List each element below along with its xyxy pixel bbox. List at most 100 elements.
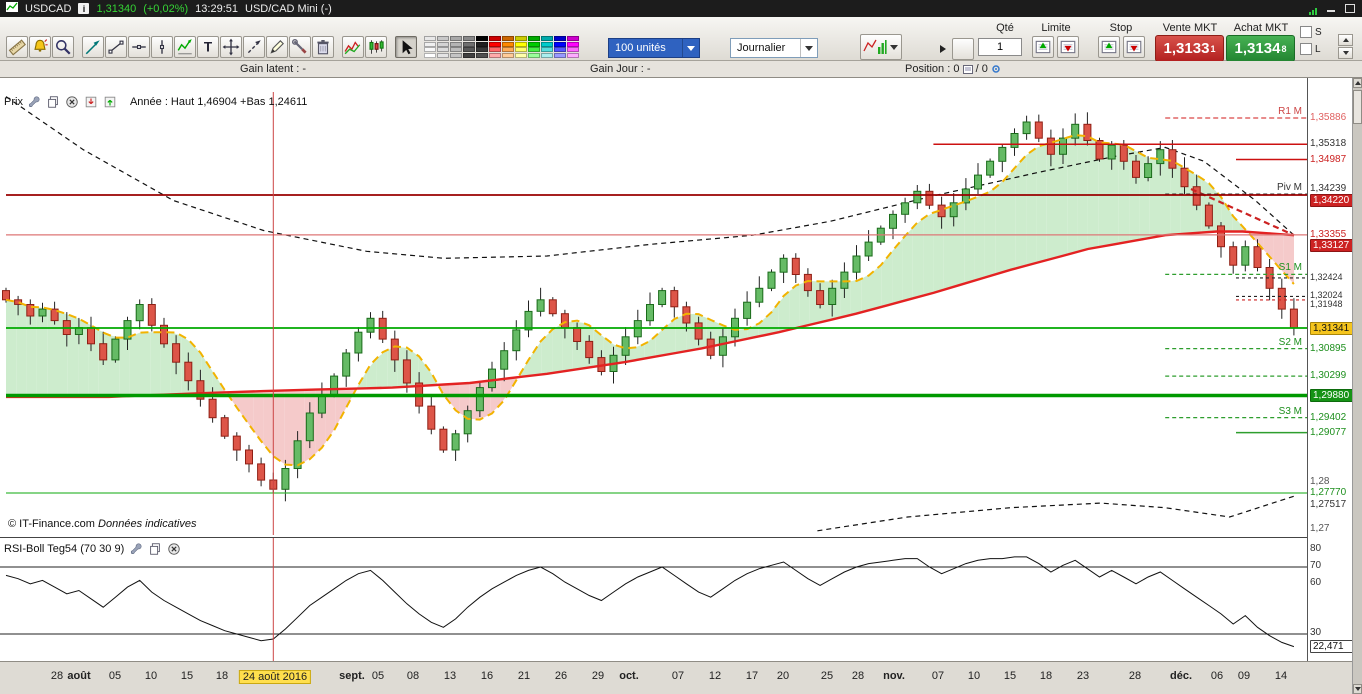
buy-market-button[interactable]: 1,3134 8 [1226,35,1295,62]
duplicate-window-icon[interactable] [147,541,162,556]
stop-buy-order-button[interactable] [1098,36,1120,58]
stop-sell-order-button[interactable] [1123,36,1145,58]
palette-swatch[interactable] [515,41,527,47]
palette-swatch[interactable] [567,41,579,47]
orders-list-icon[interactable] [962,65,973,77]
palette-swatch[interactable] [437,36,449,41]
spinner-down-button[interactable] [1338,47,1353,59]
wrench-icon[interactable] [27,94,42,109]
scroll-up-button[interactable] [1353,78,1362,88]
palette-swatch[interactable] [424,41,436,47]
palette-swatch[interactable] [424,52,436,58]
segment-icon[interactable] [105,36,127,58]
palette-swatch[interactable] [489,52,501,58]
palette-swatch[interactable] [541,36,553,41]
palette-swatch[interactable] [528,47,540,52]
palette-swatch[interactable] [476,41,488,47]
chart-style-button[interactable] [860,34,902,60]
palette-swatch[interactable] [541,52,553,58]
palette-swatch[interactable] [437,41,449,47]
palette-swatch[interactable] [515,47,527,52]
sell-market-button[interactable]: 1,3133 1 [1155,35,1224,62]
zoom-icon[interactable] [52,36,74,58]
horizontal-segment-icon[interactable] [128,36,150,58]
palette-swatch[interactable] [502,52,514,58]
vertical-line-icon[interactable] [151,36,173,58]
upload-icon[interactable] [103,94,118,109]
palette-swatch[interactable] [567,36,579,41]
palette-swatch[interactable] [489,41,501,47]
palette-swatch[interactable] [502,47,514,52]
cursor-icon[interactable] [395,36,417,58]
tools-icon[interactable] [289,36,311,58]
palette-swatch[interactable] [567,47,579,52]
price-chart-canvas[interactable] [0,78,1307,535]
trash-icon[interactable] [312,36,334,58]
palette-swatch[interactable] [489,36,501,41]
palette-swatch[interactable] [476,47,488,52]
indicator-icon[interactable] [174,36,196,58]
palette-swatch[interactable] [450,47,462,52]
palette-swatch[interactable] [554,36,566,41]
palette-swatch[interactable] [541,47,553,52]
palette-swatch[interactable] [437,52,449,58]
palette-swatch[interactable] [528,41,540,47]
palette-swatch[interactable] [528,52,540,58]
pen-icon[interactable] [266,36,288,58]
stop-attached-checkbox[interactable] [1300,26,1312,38]
palette-swatch[interactable] [424,36,436,41]
minimize-button[interactable] [1324,3,1337,14]
gear-icon[interactable] [991,64,1001,77]
limit-sell-order-button[interactable] [1057,36,1079,58]
rsi-canvas[interactable] [0,537,1307,662]
palette-swatch[interactable] [567,52,579,58]
quantity-select[interactable]: 100 unités [608,38,700,58]
wrench-icon[interactable] [128,541,143,556]
spinner-up-button[interactable] [1338,34,1353,46]
palette-swatch[interactable] [450,52,462,58]
quantity-input[interactable] [978,38,1022,56]
text-tool-icon[interactable]: T [197,36,219,58]
palette-swatch[interactable] [437,47,449,52]
palette-swatch[interactable] [463,36,475,41]
close-icon[interactable] [166,541,181,556]
download-icon[interactable] [84,94,99,109]
limit-buy-order-button[interactable] [1032,36,1054,58]
maximize-button[interactable] [1343,3,1356,14]
close-icon[interactable] [65,94,80,109]
instrument-info-icon[interactable]: i [78,3,90,14]
palette-swatch[interactable] [463,52,475,58]
palette-swatch[interactable] [528,36,540,41]
vertical-scrollbar[interactable] [1352,78,1362,694]
trendline-icon[interactable] [82,36,104,58]
candle-chart-icon[interactable] [365,36,387,58]
move-icon[interactable] [220,36,242,58]
palette-swatch[interactable] [450,36,462,41]
palette-swatch[interactable] [515,52,527,58]
dashed-arrow-icon[interactable] [243,36,265,58]
palette-swatch[interactable] [515,36,527,41]
palette-swatch[interactable] [463,41,475,47]
order-settings-button[interactable]: undefined [952,38,974,60]
palette-swatch[interactable] [463,47,475,52]
palette-swatch[interactable] [476,52,488,58]
period-select[interactable]: Journalier [730,38,818,58]
palette-swatch[interactable] [489,47,501,52]
palette-swatch[interactable] [502,41,514,47]
limit-attached-checkbox[interactable] [1300,43,1312,55]
alarm-icon[interactable] [29,36,51,58]
scroll-down-button[interactable] [1353,684,1362,694]
palette-swatch[interactable] [502,36,514,41]
palette-swatch[interactable] [424,47,436,52]
palette-swatch[interactable] [450,41,462,47]
palette-swatch[interactable] [476,36,488,41]
scroll-thumb[interactable] [1353,90,1362,124]
panel-expander-icon[interactable] [940,45,946,53]
palette-swatch[interactable] [541,41,553,47]
palette-swatch[interactable] [554,41,566,47]
duplicate-window-icon[interactable] [46,94,61,109]
ruler-icon[interactable] [6,36,28,58]
palette-swatch[interactable] [554,47,566,52]
line-chart-icon[interactable] [342,36,364,58]
palette-swatch[interactable] [554,52,566,58]
